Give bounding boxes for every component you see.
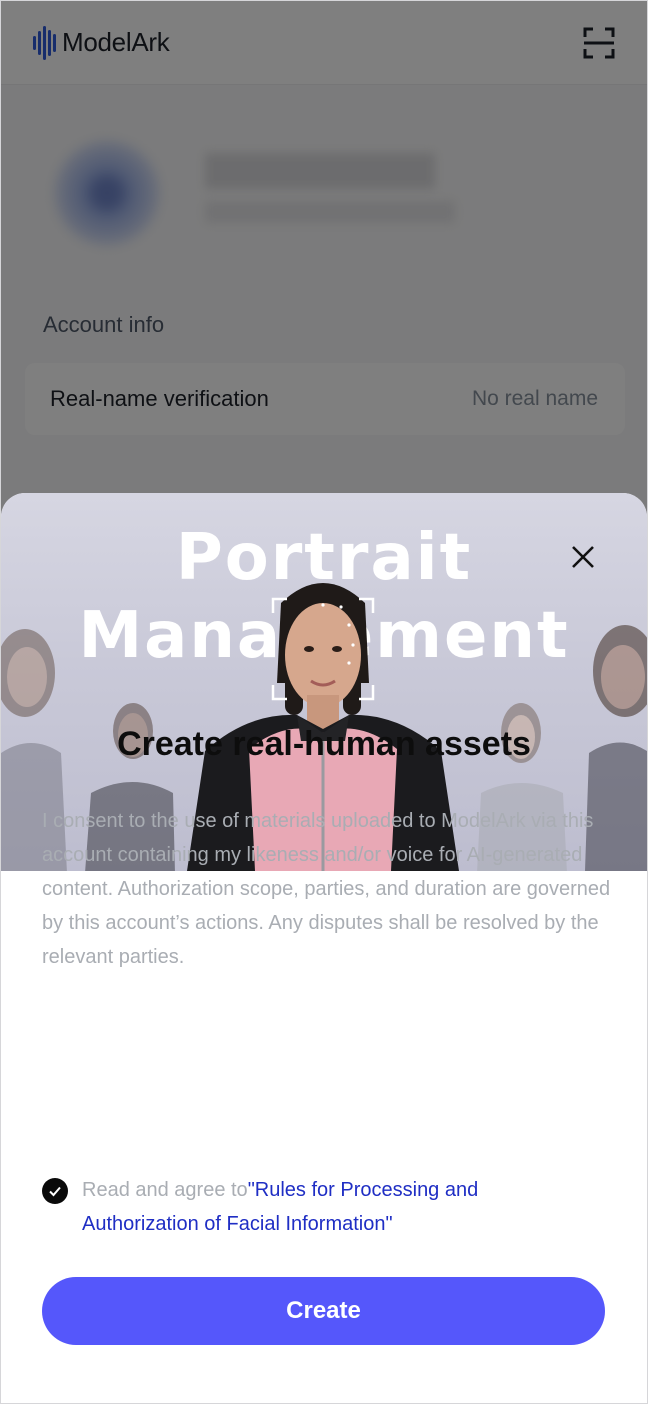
close-button[interactable] <box>565 539 601 575</box>
close-icon <box>572 546 594 568</box>
consent-text: I consent to the use of materials upload… <box>42 810 611 968</box>
checkmark-icon <box>49 1186 61 1197</box>
modal-title: Create real-human assets <box>117 725 531 763</box>
page: ModelArk Account info Real-name verifica… <box>0 0 648 1404</box>
agreement-prefix: Read and agree to <box>82 1179 248 1201</box>
agreement-row: Read and agree to"Rules for Processing a… <box>42 1176 582 1241</box>
agreement-text: Read and agree to"Rules for Processing a… <box>82 1173 582 1241</box>
agree-checkbox[interactable] <box>42 1178 68 1204</box>
create-button[interactable]: Create <box>42 1277 605 1345</box>
face-detection-frame-icon <box>271 597 375 701</box>
